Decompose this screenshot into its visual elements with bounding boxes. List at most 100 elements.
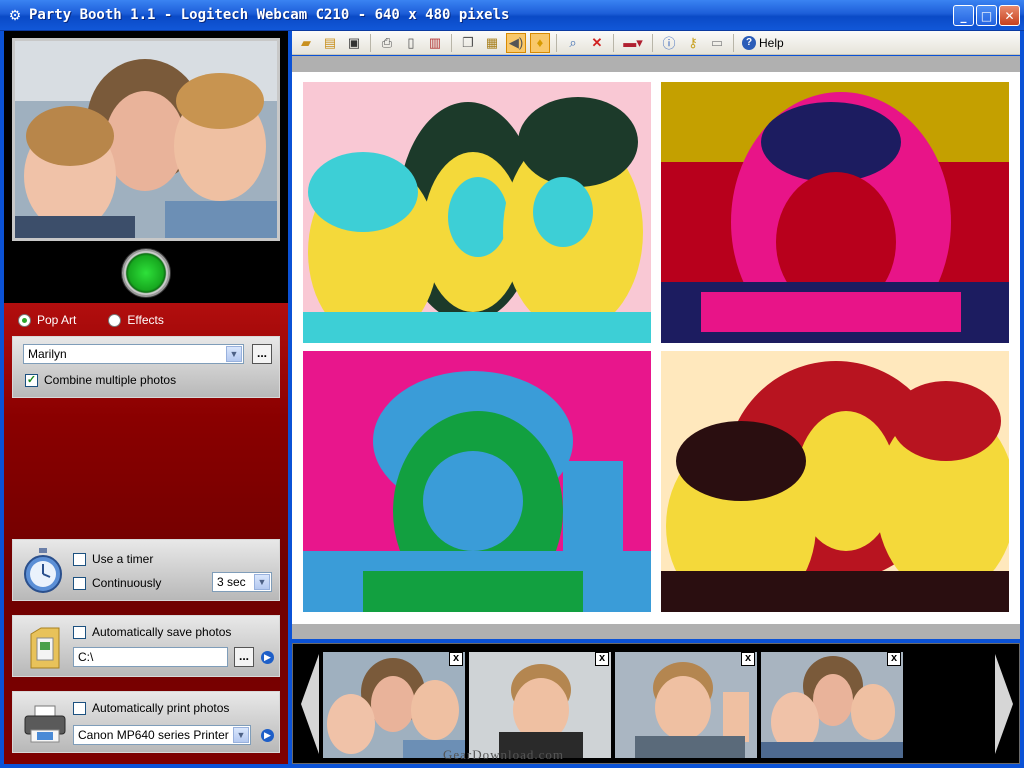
printer-icon xyxy=(24,705,66,743)
language-flag-icon[interactable]: ▬▾ xyxy=(620,33,646,53)
continuously-label: Continuously xyxy=(92,576,162,590)
checkbox-box[interactable]: ✓ xyxy=(25,373,38,387)
toolbar-separator xyxy=(370,33,371,52)
style-browse-button[interactable]: ... xyxy=(252,344,272,364)
toolbar-separator xyxy=(652,33,653,52)
use-timer-checkbox[interactable]: Use a timer xyxy=(73,552,153,566)
photo-thumbnail[interactable]: x xyxy=(469,652,611,758)
remove-thumbnail-button[interactable]: x xyxy=(741,652,755,666)
popart-image xyxy=(303,351,651,612)
mode-effects-radio[interactable]: Effects xyxy=(108,313,164,327)
cart-icon[interactable]: ▭ xyxy=(707,33,727,53)
save-group: Automatically save photos C:\ ... ▶ xyxy=(12,615,280,677)
save-path-value: C:\ xyxy=(78,650,94,664)
checkbox-box[interactable] xyxy=(73,701,86,715)
toolbar-separator xyxy=(451,33,452,52)
mode-popart-radio[interactable]: Pop Art xyxy=(18,313,76,327)
stopwatch-icon xyxy=(24,548,62,593)
toolbar: ▰ ▤ ▣ ⎙ ▯ ▥ ❐ ▦ ◀) ♦ ⌕ ✕ ▬▾ ⓘ ⚷ ▭ ? Help xyxy=(292,31,1020,55)
popart-tile[interactable] xyxy=(303,351,651,612)
continuously-checkbox[interactable]: Continuously xyxy=(73,576,161,590)
page-setup-icon[interactable]: ▥ xyxy=(425,33,445,53)
popart-image xyxy=(661,351,1009,612)
printer-select[interactable]: Canon MP640 series Printer ▼ xyxy=(73,725,251,745)
combine-photos-checkbox[interactable]: ✓ Combine multiple photos xyxy=(25,373,176,387)
webcam-preview xyxy=(12,38,280,241)
mode-selector: Pop Art Effects xyxy=(18,313,164,327)
thumbnail-image xyxy=(761,652,903,758)
info-icon[interactable]: ⓘ xyxy=(659,33,679,53)
photo-thumbnail[interactable]: x xyxy=(761,652,903,758)
radio-dot xyxy=(108,313,122,327)
remove-thumbnail-button[interactable]: x xyxy=(595,652,609,666)
checkbox-box[interactable] xyxy=(73,625,86,639)
open-folder-icon[interactable]: ▰ xyxy=(296,33,316,53)
help-button[interactable]: ? Help xyxy=(742,35,784,50)
radio-dot xyxy=(18,313,31,327)
popart-tile[interactable] xyxy=(303,82,651,343)
auto-save-label: Automatically save photos xyxy=(92,625,232,639)
remove-thumbnail-button[interactable]: x xyxy=(449,652,463,666)
scroll-left-arrow-icon[interactable] xyxy=(299,652,321,756)
watermark: GearDownload.com xyxy=(443,747,565,762)
save-icon[interactable]: ▣ xyxy=(344,33,364,53)
popart-tile[interactable] xyxy=(661,351,1009,612)
auto-save-checkbox[interactable]: Automatically save photos xyxy=(73,625,231,639)
photo-thumbnail[interactable]: x xyxy=(323,652,465,758)
style-select-value: Marilyn xyxy=(28,347,67,361)
close-button[interactable]: ✕ xyxy=(999,5,1020,26)
save-browse-button[interactable]: ... xyxy=(234,647,254,667)
copy-icon[interactable]: ❐ xyxy=(458,33,478,53)
shutter-button[interactable] xyxy=(122,249,170,297)
help-icon: ? xyxy=(742,35,756,50)
lightbulb-icon[interactable]: ♦ xyxy=(530,32,550,53)
chevron-down-icon[interactable]: ▼ xyxy=(233,727,249,743)
sound-icon[interactable]: ◀) xyxy=(506,32,526,53)
zoom-icon[interactable]: ⌕ xyxy=(563,33,583,53)
style-select[interactable]: Marilyn ▼ xyxy=(23,344,244,364)
timer-delay-select[interactable]: 3 sec ▼ xyxy=(212,572,272,592)
thumbnail-image xyxy=(615,652,757,758)
printer-select-value: Canon MP640 series Printer xyxy=(78,728,229,742)
filmstrip: x x x x GearDownload.com xyxy=(292,643,1020,764)
left-panel: Pop Art Effects Marilyn ▼ ... ✓ Combine … xyxy=(4,31,288,764)
combine-photos-label: Combine multiple photos xyxy=(44,373,177,387)
print-go-icon[interactable]: ▶ xyxy=(261,729,274,742)
thumbnail-image xyxy=(323,652,465,758)
popart-image xyxy=(661,82,1009,343)
auto-print-checkbox[interactable]: Automatically print photos xyxy=(73,701,229,715)
checkbox-box[interactable] xyxy=(73,576,86,590)
window-title: Party Booth 1.1 - Logitech Webcam C210 -… xyxy=(29,7,510,23)
app-gear-icon: ⚙ xyxy=(8,7,22,23)
save-path-input[interactable]: C:\ xyxy=(73,647,228,667)
popart-canvas xyxy=(292,72,1020,624)
save-go-icon[interactable]: ▶ xyxy=(261,651,274,664)
delete-icon[interactable]: ✕ xyxy=(587,33,607,53)
photo-thumbnail[interactable]: x xyxy=(615,652,757,758)
toolbar-separator xyxy=(733,33,734,52)
scroll-right-arrow-icon[interactable] xyxy=(993,652,1015,756)
print-preview-icon[interactable]: ▯ xyxy=(401,33,421,53)
settings-panel: Pop Art Effects Marilyn ▼ ... ✓ Combine … xyxy=(4,303,288,764)
chevron-down-icon[interactable]: ▼ xyxy=(226,346,242,362)
style-group: Marilyn ▼ ... ✓ Combine multiple photos xyxy=(12,336,280,398)
webcam-image xyxy=(15,41,277,238)
maximize-button[interactable]: □ xyxy=(976,5,997,26)
title-bar[interactable]: ⚙ Party Booth 1.1 - Logitech Webcam C210… xyxy=(0,0,1024,31)
popart-image xyxy=(303,82,651,343)
checkbox-box[interactable] xyxy=(73,552,86,566)
main-area xyxy=(292,56,1020,639)
open-file-icon[interactable]: ▤ xyxy=(320,33,340,53)
popart-tile[interactable] xyxy=(661,82,1009,343)
minimize-button[interactable]: _ xyxy=(953,5,974,26)
remove-thumbnail-button[interactable]: x xyxy=(887,652,901,666)
timer-delay-value: 3 sec xyxy=(217,575,246,589)
chevron-down-icon[interactable]: ▼ xyxy=(254,574,270,590)
toolbar-separator xyxy=(556,33,557,52)
print-icon[interactable]: ⎙ xyxy=(377,33,397,53)
print-group: Automatically print photos Canon MP640 s… xyxy=(12,691,280,753)
key-icon[interactable]: ⚷ xyxy=(683,33,703,53)
timer-group: Use a timer Continuously 3 sec ▼ xyxy=(12,539,280,601)
use-timer-label: Use a timer xyxy=(92,552,154,566)
paste-icon[interactable]: ▦ xyxy=(482,33,502,53)
